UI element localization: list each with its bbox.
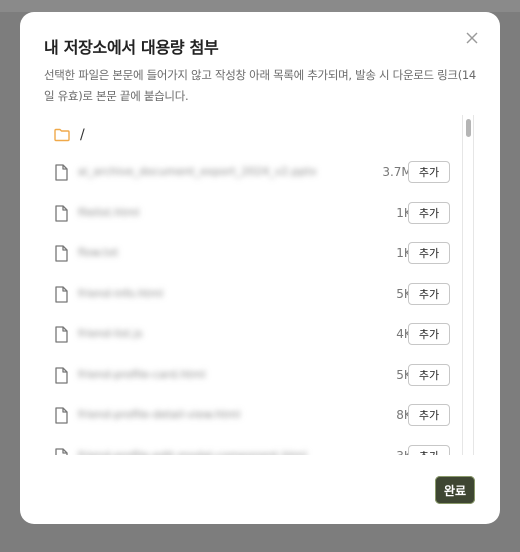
file-name: friend-profile-detail-view.html [78,408,241,421]
file-row[interactable]: ai_archive_document_export_2024_v2.pptx 3… [44,161,476,185]
file-icon [55,285,68,303]
file-icon [55,204,68,222]
file-row[interactable]: friend-profile-card.html5KB추가 [44,363,476,388]
file-row[interactable]: filelist.html1KB추가 [44,201,476,226]
folder-icon [54,128,70,142]
close-icon [466,32,478,44]
file-icon [55,407,68,424]
file-icon-wrap [54,326,68,347]
done-button[interactable]: 완료 [435,476,475,504]
file-list[interactable]: / ai_archive_document_export_2024_v2.ppt… [44,115,476,455]
file-row[interactable]: friend-profile-detail-view.html8KB추가 [44,404,476,428]
file-row[interactable]: friend-info.html5KB추가 [44,282,476,307]
file-icon-wrap [54,285,68,307]
file-row[interactable]: flow.txt1KB추가 [44,242,476,266]
file-name: filelist.html [78,205,140,219]
attach-modal: 내 저장소에서 대용량 첨부 선택한 파일은 본문에 들어가지 않고 작성창 아… [20,12,500,524]
file-icon-wrap [54,447,68,455]
file-icon-wrap [54,407,68,428]
add-button[interactable]: 추가 [408,404,450,426]
add-button[interactable]: 추가 [408,363,450,386]
file-name: friend-profile-edit-modal-component.html [78,448,307,456]
file-name: friend-profile-card.html [78,367,206,381]
add-button[interactable]: 추가 [408,242,450,264]
modal-description: 선택한 파일은 본문에 들어가지 않고 작성창 아래 목록에 추가되며, 발송 … [44,68,476,103]
scrollbar[interactable] [462,115,474,455]
folder-path: / [80,127,85,143]
add-button[interactable]: 추가 [408,444,450,455]
add-button[interactable]: 추가 [408,161,450,183]
add-button[interactable]: 추가 [408,201,450,224]
modal-title: 내 저장소에서 대용량 첨부 [44,38,219,57]
add-button[interactable]: 추가 [408,323,450,345]
folder-path-row[interactable]: / [54,123,85,147]
file-icon-wrap [54,245,68,266]
close-button[interactable] [464,30,480,46]
file-icon [55,164,68,181]
file-row[interactable]: friend-list.js4KB추가 [44,323,476,347]
file-name: friend-info.html [78,286,164,300]
file-icon-wrap [54,164,68,185]
file-name: flow.txt [78,246,119,259]
backdrop [0,0,520,12]
scrollbar-thumb[interactable] [466,119,471,137]
file-icon-wrap [54,204,68,226]
file-name: ai_archive_document_export_2024_v2.pptx [78,165,317,178]
file-icon [55,326,68,343]
file-row[interactable]: friend-profile-edit-modal-component.html… [44,444,476,456]
file-name: friend-list.js [78,327,143,340]
file-icon [55,245,68,262]
file-icon [55,366,68,384]
file-icon [55,447,68,455]
add-button[interactable]: 추가 [408,282,450,305]
file-icon-wrap [54,366,68,388]
